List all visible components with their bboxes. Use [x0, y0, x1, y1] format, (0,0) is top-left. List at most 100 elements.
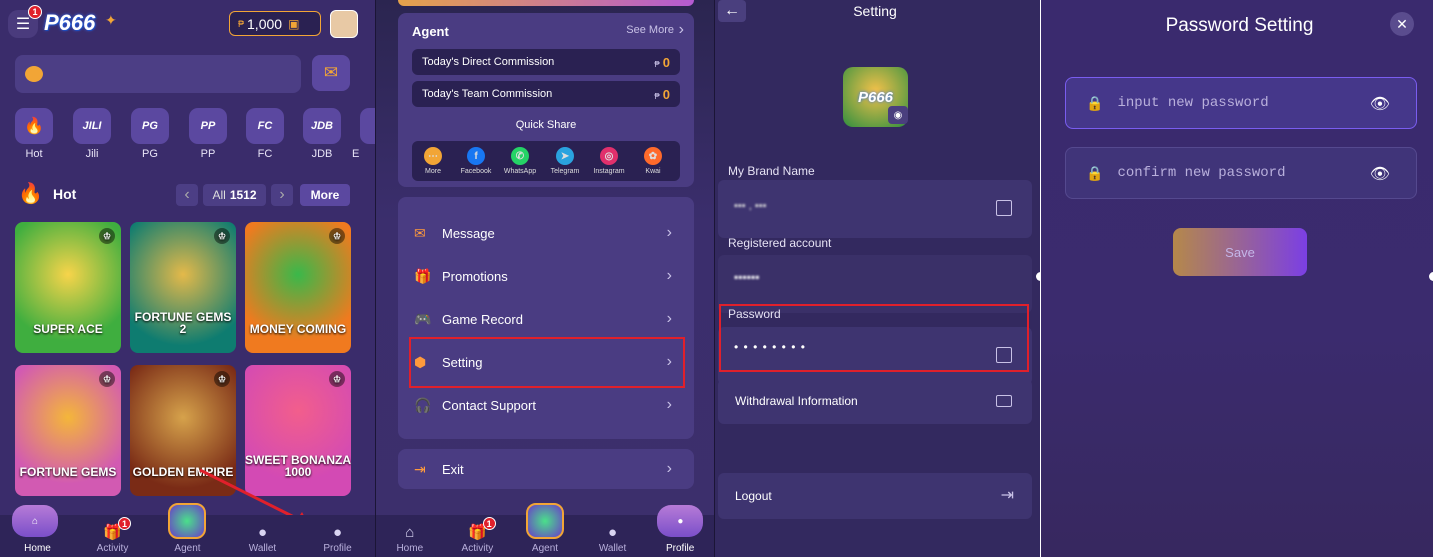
- person-icon: ●: [332, 524, 343, 541]
- menu-label: Exit: [442, 461, 464, 477]
- share-label: Instagram: [593, 168, 625, 175]
- withdrawal-info-row[interactable]: Withdrawal Information: [718, 379, 1032, 424]
- see-more-link[interactable]: See More: [626, 24, 674, 36]
- lock-icon: 🔒: [1086, 94, 1104, 111]
- piggy-bank-icon: ●: [608, 524, 618, 541]
- panel-edge-handle: [1429, 272, 1433, 281]
- nav-label: Profile: [323, 543, 352, 554]
- nav-wallet[interactable]: ● Wallet: [579, 515, 647, 557]
- nav-home[interactable]: ⌂ Home: [0, 505, 75, 557]
- share-facebook[interactable]: f Facebook: [456, 147, 496, 175]
- nav-label: Home: [396, 543, 424, 554]
- share-telegram[interactable]: ➤ Telegram: [545, 147, 585, 175]
- menu-label: Message: [442, 225, 495, 241]
- nav-agent[interactable]: Agent: [511, 503, 579, 557]
- commission-label: Today's Direct Commission: [422, 56, 555, 68]
- logout-row[interactable]: Logout ⇥: [718, 473, 1032, 519]
- menu-label: Game Record: [442, 311, 523, 327]
- nav-label: Activity: [96, 543, 129, 554]
- lock-icon: 🔒: [1086, 164, 1104, 181]
- menu-game-record[interactable]: 🎮 Game Record ›: [414, 301, 680, 337]
- confirm-password-placeholder[interactable]: confirm new password: [1117, 165, 1285, 181]
- currency-symbol: ₱: [654, 91, 660, 101]
- brand-logo-text: P666: [857, 88, 894, 106]
- facebook-icon: f: [467, 147, 485, 165]
- password-highlight-box: [719, 304, 1029, 372]
- logout-icon: ⇥: [1000, 487, 1014, 504]
- menu-message[interactable]: ✉ Message ›: [414, 215, 680, 251]
- share-kwai[interactable]: ✿ Kwai: [633, 147, 673, 175]
- chevron-right-icon: ›: [666, 396, 672, 413]
- nav-profile[interactable]: ● Profile: [300, 515, 375, 557]
- camera-icon[interactable]: ◉: [888, 106, 908, 124]
- instagram-icon: ◎: [600, 147, 618, 165]
- nav-activity[interactable]: 🎁 Activity 1: [75, 515, 150, 557]
- brand-name-value: ▪▪▪ , ▪▪▪: [734, 200, 767, 212]
- activity-badge: 1: [118, 517, 131, 530]
- share-more[interactable]: ⋯ More: [413, 147, 453, 175]
- annotation-arrow: [199, 468, 310, 527]
- envelope-icon: ✉: [414, 224, 426, 241]
- new-password-field[interactable]: 🔒 input new password 👁: [1065, 77, 1417, 129]
- nav-agent[interactable]: Agent: [150, 503, 225, 557]
- save-button[interactable]: Save: [1173, 228, 1307, 276]
- home-icon: ⌂: [12, 505, 58, 537]
- nav-activity[interactable]: 🎁 Activity 1: [444, 515, 512, 557]
- nav-profile[interactable]: ● Profile: [646, 505, 714, 557]
- kwai-icon: ✿: [644, 147, 662, 165]
- exit-row[interactable]: ⇥ Exit ›: [398, 449, 694, 489]
- chevron-right-icon: ›: [666, 267, 672, 284]
- share-label: WhatsApp: [503, 168, 537, 175]
- chevron-right-icon[interactable]: ›: [679, 21, 684, 39]
- setting-screen: ← Setting P666 ◉ My Brand Name ▪▪▪ , ▪▪▪…: [715, 0, 1040, 557]
- profile-screen: Agent See More › Today's Direct Commissi…: [376, 0, 714, 557]
- close-button[interactable]: ✕: [1390, 12, 1414, 36]
- withdrawal-label: Withdrawal Information: [735, 394, 858, 408]
- eye-icon[interactable]: 👁: [1370, 94, 1390, 114]
- chevron-right-icon: ›: [666, 460, 672, 477]
- menu-contact-support[interactable]: 🎧 Contact Support ›: [414, 387, 680, 423]
- commission-label: Today's Team Commission: [422, 88, 553, 100]
- share-icon: ⋯: [424, 147, 442, 165]
- nav-label: Wallet: [598, 543, 627, 554]
- share-instagram[interactable]: ◎ Instagram: [589, 147, 629, 175]
- chevron-right-icon: ›: [666, 224, 672, 241]
- share-label: Kwai: [645, 168, 661, 175]
- agent-card: Agent See More › Today's Direct Commissi…: [398, 13, 694, 187]
- page-title: Password Setting: [1165, 15, 1314, 36]
- setting-highlight-box: [409, 337, 685, 388]
- share-label: Facebook: [460, 168, 492, 175]
- new-password-placeholder[interactable]: input new password: [1117, 95, 1268, 111]
- telegram-icon: ➤: [556, 147, 574, 165]
- direct-commission-row: Today's Direct Commission ₱ 0: [412, 49, 680, 75]
- person-icon: ●: [657, 505, 704, 537]
- logout-label: Logout: [735, 489, 772, 503]
- share-whatsapp[interactable]: ✆ WhatsApp: [500, 147, 540, 175]
- menu-exit[interactable]: ⇥ Exit ›: [414, 451, 680, 487]
- nav-label: Agent: [174, 543, 201, 554]
- profile-header-strip: [398, 0, 694, 6]
- confirm-password-field[interactable]: 🔒 confirm new password 👁: [1065, 147, 1417, 199]
- menu-promotions[interactable]: 🎁 Promotions ›: [414, 258, 680, 294]
- nav-wallet[interactable]: ● Wallet: [225, 515, 300, 557]
- agent-icon: [168, 503, 206, 539]
- brand-name-label: My Brand Name: [728, 164, 815, 178]
- agent-icon: [526, 503, 565, 539]
- home-icon: ⌂: [405, 524, 415, 541]
- eye-icon[interactable]: 👁: [1370, 164, 1390, 184]
- registered-account-label: Registered account: [728, 236, 832, 250]
- nav-label: Profile: [665, 543, 695, 554]
- commission-value: 0: [662, 86, 670, 102]
- nav-home[interactable]: ⌂ Home: [376, 515, 444, 557]
- whatsapp-icon: ✆: [511, 147, 529, 165]
- nav-label: Agent: [531, 543, 559, 554]
- share-label: More: [425, 168, 441, 175]
- gamepad-icon: 🎮: [414, 310, 432, 327]
- nav-label: Wallet: [248, 543, 277, 554]
- brand-name-field[interactable]: ▪▪▪ , ▪▪▪: [718, 180, 1032, 238]
- edit-icon[interactable]: [996, 200, 1012, 216]
- close-icon: ✕: [1396, 15, 1408, 32]
- bottom-nav: ⌂ Home 🎁 Activity 1 Agent ● Wallet ● Profil…: [376, 503, 714, 557]
- card-icon: [996, 395, 1012, 407]
- quick-share-title: Quick Share: [515, 119, 577, 131]
